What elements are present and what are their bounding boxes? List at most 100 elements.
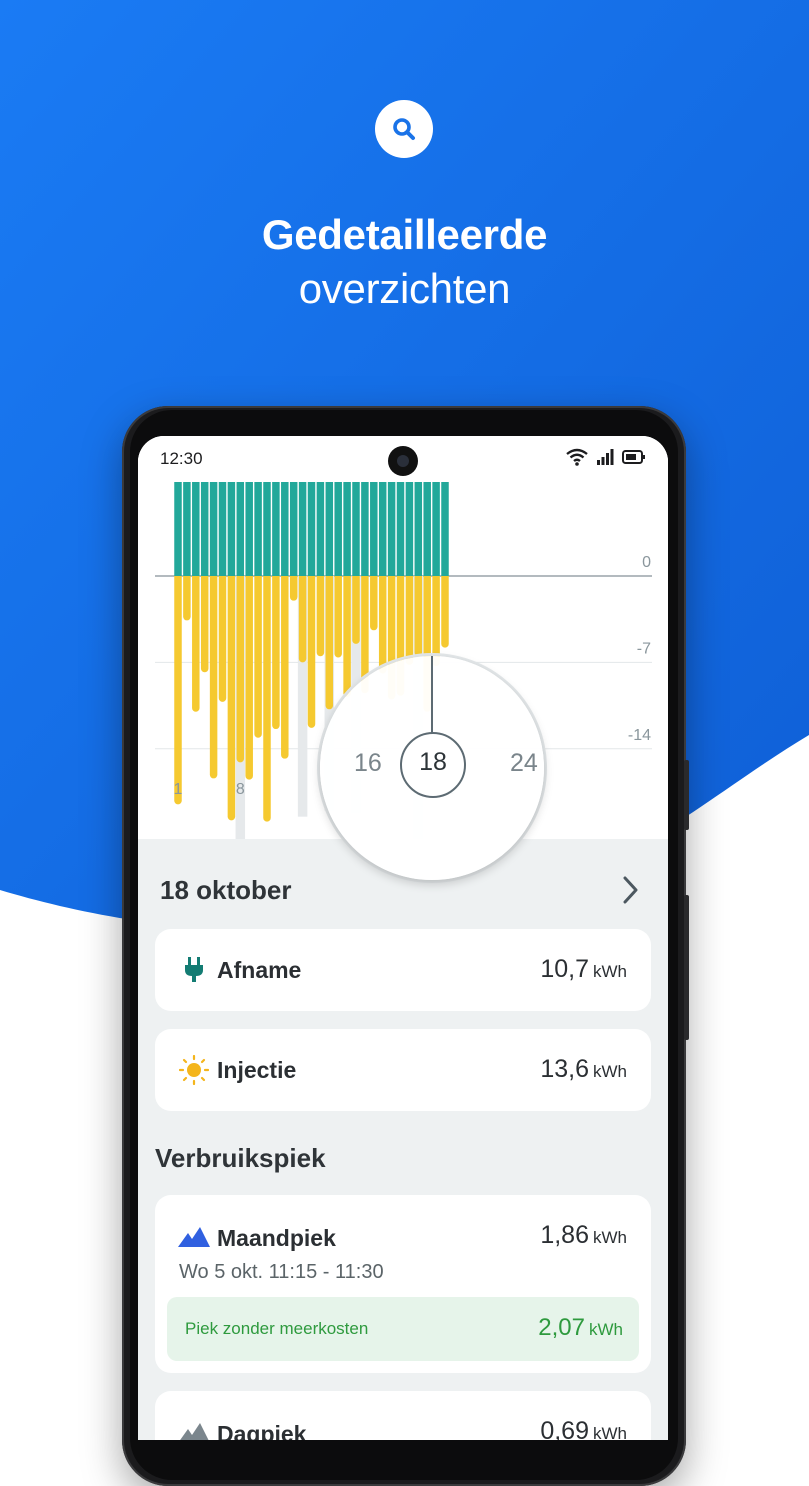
injectie-label: Injectie [217,1057,297,1083]
wifi-icon [566,448,588,466]
injectie-unit: kWh [593,1062,627,1081]
chart-bar-consumption [192,576,200,712]
afname-card[interactable]: Afname 10,7 kWh [155,929,651,1011]
x-tick-label: 1 [174,781,183,798]
chart-bar-injection [192,482,200,576]
maandpiek-card[interactable]: Maandpiek 1,86 kWh Wo 5 okt. 11:15 - 11:3… [155,1195,651,1373]
dagpiek-unit: kWh [593,1424,627,1440]
chart-bar-consumption [263,576,271,822]
dagpiek-value: 0,69 kWh [540,1417,627,1440]
status-bar: 12:30 [138,436,668,482]
mountain-icon [180,1423,209,1440]
chart-bar-consumption [281,576,289,759]
selected-date-title: 18 oktober [160,875,292,905]
hero-title-line2: overzichten [298,265,511,312]
chart-bar-consumption [236,576,245,763]
chart-bar-injection [387,482,396,576]
chart-bar-injection [236,482,245,576]
magnifier-tick-prev: 16 [354,749,382,777]
search-icon [393,118,415,140]
chart-bar-injection [423,482,431,576]
chart-bar-consumption [298,576,307,663]
maandpiek-date: Wo 5 okt. 11:15 - 11:30 [179,1261,384,1283]
chart-bar-injection [414,482,423,576]
afname-number: 10,7 [540,955,589,983]
chart-bar-consumption [414,576,423,657]
maandpiek-label: Maandpiek [217,1225,336,1251]
chart-bar-consumption [307,576,316,728]
hero-title: Gedetailleerde overzichten [0,208,809,316]
injectie-card[interactable]: Injectie 13,6 kWh [155,1029,651,1111]
chart-bar-injection [378,482,387,576]
volume-button [684,760,689,830]
chart-bar-injection [289,482,298,576]
dagpiek-number: 0,69 [540,1417,589,1440]
magnifier-tick-next: 24 [510,749,538,777]
y-tick-label: -7 [637,640,651,657]
date-row[interactable]: 18 oktober [160,871,646,911]
chart-bar-consumption [405,576,414,665]
chart-bar-injection [174,482,182,576]
signal-icon [597,449,614,465]
chart-bar-injection [218,482,227,576]
dagpiek-card[interactable]: Dagpiek 0,69 kWh [155,1391,651,1440]
chart-bar-injection [316,482,325,576]
maandpiek-unit: kWh [593,1228,627,1247]
search-badge [375,100,433,158]
chart-bar-consumption [174,576,182,805]
dagpiek-label: Dagpiek [217,1421,307,1440]
chart-bar-injection [307,482,316,576]
chart-bar-injection [325,482,334,576]
y-tick-label: 0 [642,554,651,571]
magnifier-indicator-line [431,656,433,734]
hero-title-line1: Gedetailleerde [261,211,548,258]
chart-bar-injection [254,482,262,576]
chart-bar-consumption [441,576,449,648]
chart-bar-consumption [209,576,218,779]
sun-icon [179,1055,209,1085]
free-peak-number: 2,07 [538,1314,585,1341]
phone-screen: 0-7-141831 16 18 24 12:30 [138,436,668,1440]
chart-bar-consumption [183,576,191,621]
chart-bar-injection [361,482,369,576]
chart-bar-injection [245,482,253,576]
chevron-right-icon[interactable] [614,873,646,907]
chart-bar-injection [370,482,378,576]
free-peak-value: 2,07 kWh [538,1314,623,1342]
power-button [684,895,689,1040]
chart-bar-injection [272,482,280,576]
chart-bar-consumption [218,576,227,702]
chart-bar-injection [227,482,236,576]
chart-bar-consumption [343,576,351,697]
chart-bar-consumption [432,576,440,667]
chart-bar-consumption [334,576,342,658]
chart-bar-consumption [254,576,262,738]
chart-bar-consumption [227,576,236,821]
chart-bar-consumption [200,576,209,673]
chart-bar-injection [343,482,351,576]
injectie-number: 13,6 [540,1055,589,1083]
chart-bar-injection [298,482,307,576]
chart-bar-consumption [370,576,378,631]
chart-bar-injection [441,482,449,576]
chart-bar-consumption [378,576,387,674]
free-peak-banner: Piek zonder meerkosten 2,07 kWh [167,1297,639,1361]
chart-bar-injection [200,482,209,576]
chart-bar-injection [263,482,271,576]
free-peak-label: Piek zonder meerkosten [185,1319,369,1338]
afname-value: 10,7 kWh [540,955,627,984]
mountain-icon [178,1227,210,1247]
battery-icon [622,450,645,464]
chart-bar-injection [334,482,342,576]
chart-bar-injection [281,482,289,576]
status-icons [566,448,646,466]
status-time: 12:30 [160,449,203,468]
free-peak-unit: kWh [589,1320,623,1339]
chart-bar-injection [432,482,440,576]
chart-bar-injection [396,482,405,576]
verbruikspiek-heading: Verbruikspiek [155,1143,326,1173]
afname-unit: kWh [593,962,627,981]
injectie-value: 13,6 kWh [540,1055,627,1084]
x-tick-label: 8 [236,781,245,798]
chart-bar-consumption [352,576,360,644]
